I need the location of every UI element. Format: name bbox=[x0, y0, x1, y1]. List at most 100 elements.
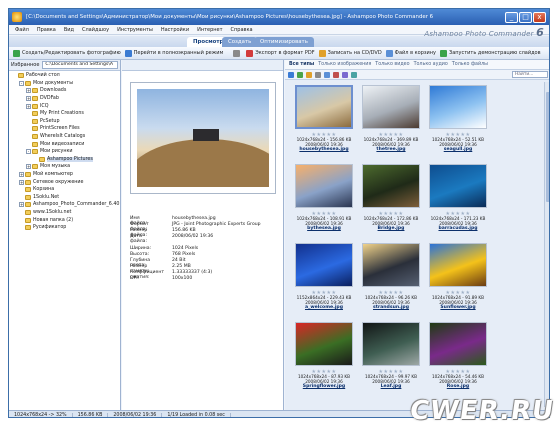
thumbnail-image[interactable] bbox=[295, 322, 353, 366]
forward-icon[interactable] bbox=[297, 71, 303, 78]
tree-node[interactable]: WhereIsIt Catalogs bbox=[9, 133, 120, 141]
thumbnail-filename: a_welcome.jpg bbox=[304, 305, 343, 310]
menu-item[interactable]: Слайдшоу bbox=[78, 27, 113, 33]
preview-image bbox=[137, 89, 269, 187]
menu-item[interactable]: Интернет bbox=[193, 27, 226, 33]
thumbnail-image[interactable] bbox=[362, 322, 420, 366]
thumbnail-item[interactable]: ★★★★★ 1024x768x24 - 99.97 KB 2008/06/02 1… bbox=[358, 319, 424, 395]
expand-toggle[interactable]: + bbox=[26, 88, 31, 94]
menu-item[interactable]: Инструменты bbox=[113, 27, 157, 33]
thumbnail-scrollbar[interactable] bbox=[544, 82, 549, 407]
thumbnail-image[interactable] bbox=[295, 164, 353, 208]
expand-toggle[interactable]: - bbox=[19, 80, 24, 86]
refresh-icon[interactable] bbox=[315, 71, 321, 78]
thumbnail-image[interactable] bbox=[429, 164, 487, 208]
tree-node[interactable]: + ICQ bbox=[9, 102, 120, 110]
back-icon[interactable] bbox=[288, 71, 294, 78]
toolbar-button[interactable]: Экспорт в формат PDF bbox=[246, 49, 315, 57]
thumbnail-item[interactable]: ★★★★★ 1024x768x24 - 108.91 KB 2008/06/02 … bbox=[291, 161, 357, 237]
minimize-button[interactable]: _ bbox=[505, 11, 518, 23]
maximize-button[interactable]: □ bbox=[519, 11, 532, 23]
toolbar-button[interactable]: Создать/Редактировать фотографию bbox=[13, 49, 121, 57]
expand-toggle[interactable]: + bbox=[19, 202, 24, 208]
tree-node[interactable]: Корзина bbox=[9, 186, 120, 194]
menu-item[interactable]: Справка bbox=[227, 27, 257, 33]
tree-node[interactable]: My Print Creations bbox=[9, 110, 120, 118]
expand-toggle[interactable]: + bbox=[19, 179, 24, 185]
tab-2[interactable]: Оптимизировать bbox=[254, 37, 314, 47]
expand-toggle[interactable]: + bbox=[26, 96, 31, 102]
expand-toggle[interactable]: + bbox=[19, 172, 24, 178]
title-bar[interactable]: [C:\Documents and Settings\Администратор… bbox=[9, 9, 549, 25]
view-mode-icon[interactable] bbox=[324, 71, 330, 78]
thumbnail-image[interactable] bbox=[362, 85, 420, 129]
toolbar-button[interactable]: Запустить демонстрацию слайдов bbox=[440, 49, 541, 57]
tree-node[interactable]: - Мои рисунки bbox=[9, 148, 120, 156]
thumbnail-item[interactable]: ★★★★★ 1024x768x24 - 156.86 KB 2008/06/02 … bbox=[291, 82, 357, 158]
thumbnail-item[interactable]: ★★★★★ 1024x768x24 - 96.26 KB 2008/06/02 1… bbox=[358, 240, 424, 316]
menu-item[interactable]: Настройки bbox=[157, 27, 193, 33]
tree-node[interactable]: Ashampoo Pictures bbox=[9, 156, 120, 164]
expand-toggle[interactable]: + bbox=[26, 103, 31, 109]
thumbnail-image[interactable] bbox=[429, 85, 487, 129]
rotate-icon[interactable] bbox=[342, 71, 348, 78]
tree-node[interactable]: PcSetup bbox=[9, 118, 120, 126]
favorites-dropdown[interactable]: Избранное bbox=[11, 62, 39, 68]
menu-item[interactable]: Файл bbox=[11, 27, 33, 33]
sort-icon[interactable] bbox=[351, 71, 357, 78]
thumbnail-item[interactable]: ★★★★★ 1024x768x24 - 87.93 KB 2008/06/02 1… bbox=[291, 319, 357, 395]
path-input[interactable]: C:\Documents and Settings\А bbox=[42, 61, 118, 69]
filter-option[interactable]: Только изображения bbox=[318, 62, 371, 67]
filter-option[interactable]: Все типы bbox=[289, 62, 314, 67]
expand-toggle[interactable]: + bbox=[26, 164, 31, 170]
tree-node[interactable]: Русификатор bbox=[9, 224, 120, 232]
thumbnail-image[interactable] bbox=[362, 243, 420, 287]
up-folder-icon[interactable] bbox=[306, 71, 312, 78]
filter-option[interactable]: Только аудио bbox=[414, 62, 448, 67]
expand-toggle[interactable]: - bbox=[26, 149, 31, 155]
thumbnail-item[interactable]: ★★★★★ 1024x768x24 - 171.23 KB 2008/06/02 … bbox=[425, 161, 491, 237]
toolbar-button[interactable]: Файл в корзину bbox=[385, 49, 436, 57]
tree-node[interactable]: www.1Soklu.net bbox=[9, 209, 120, 217]
thumbnail-image[interactable] bbox=[429, 243, 487, 287]
tree-node[interactable]: Мои видеозаписи bbox=[9, 140, 120, 148]
thumbnail-image[interactable] bbox=[429, 322, 487, 366]
preview-panel: Имя файла: housebythesea.jpg Формат файла:… bbox=[122, 60, 284, 410]
tree-node[interactable]: + DVDFab bbox=[9, 95, 120, 103]
tree-node[interactable]: + Мой компьютер bbox=[9, 171, 120, 179]
thumbnail-filename: strandsun.jpg bbox=[372, 305, 410, 310]
thumbnail-image[interactable] bbox=[362, 164, 420, 208]
thumbnail-item[interactable]: ★★★★★ 1024x768x24 - 52.51 KB 2008/06/02 1… bbox=[425, 82, 491, 158]
thumbnail-item[interactable]: ★★★★★ 1024x768x24 - 369.89 KB 2008/06/02 … bbox=[358, 82, 424, 158]
tree-node[interactable]: + Моя музыка bbox=[9, 163, 120, 171]
tree-node[interactable]: + Downloads bbox=[9, 87, 120, 95]
menu-item[interactable]: Правка bbox=[33, 27, 60, 33]
tree-node-label: Рабочий стол bbox=[26, 73, 60, 79]
toolbar-button[interactable]: Записать на CD/DVD bbox=[318, 49, 382, 57]
tree-node[interactable]: PrintScreen Files bbox=[9, 125, 120, 133]
close-button[interactable]: x bbox=[533, 11, 546, 23]
tree-node[interactable]: Рабочий стол bbox=[9, 72, 120, 80]
tree-node[interactable]: + Сетевое окружение bbox=[9, 178, 120, 186]
delete-icon[interactable] bbox=[333, 71, 339, 78]
tree-node[interactable]: + Ashampoo_Photo_Commander_6.40 bbox=[9, 201, 120, 209]
search-input[interactable]: Найти... bbox=[512, 71, 548, 78]
filter-option[interactable]: Только файлы bbox=[452, 62, 488, 67]
tab-1[interactable]: Создать bbox=[222, 37, 258, 47]
thumbnail-image[interactable] bbox=[295, 243, 353, 287]
toolbar-button[interactable] bbox=[233, 49, 242, 57]
thumbnail-item[interactable]: ★★★★★ 1152x864x24 - 229.43 KB 2008/06/02 … bbox=[291, 240, 357, 316]
scrollbar-thumb[interactable] bbox=[546, 92, 549, 202]
tree-node[interactable]: - Мои документы bbox=[9, 80, 120, 88]
tree-node[interactable]: 1Soklu.Net bbox=[9, 194, 120, 202]
thumbnail-image[interactable] bbox=[295, 85, 353, 129]
menu-item[interactable]: Вид bbox=[60, 27, 78, 33]
thumbnail-item[interactable]: ★★★★★ 1024x768x24 - 172.86 KB 2008/06/02 … bbox=[358, 161, 424, 237]
thumbnail-filename: Sunflower.jpg bbox=[440, 305, 476, 310]
thumbnail-item[interactable]: ★★★★★ 1024x768x24 - 54.46 KB 2008/06/02 1… bbox=[425, 319, 491, 395]
toolbar-label: Экспорт в формат PDF bbox=[255, 50, 315, 56]
filter-option[interactable]: Только видео bbox=[375, 62, 409, 67]
toolbar-button[interactable]: Перейти в полноэкранный режим bbox=[124, 49, 223, 57]
thumbnail-item[interactable]: ★★★★★ 1024x768x24 - 91.89 KB 2008/06/02 1… bbox=[425, 240, 491, 316]
tree-node[interactable]: Новая папка (2) bbox=[9, 216, 120, 224]
